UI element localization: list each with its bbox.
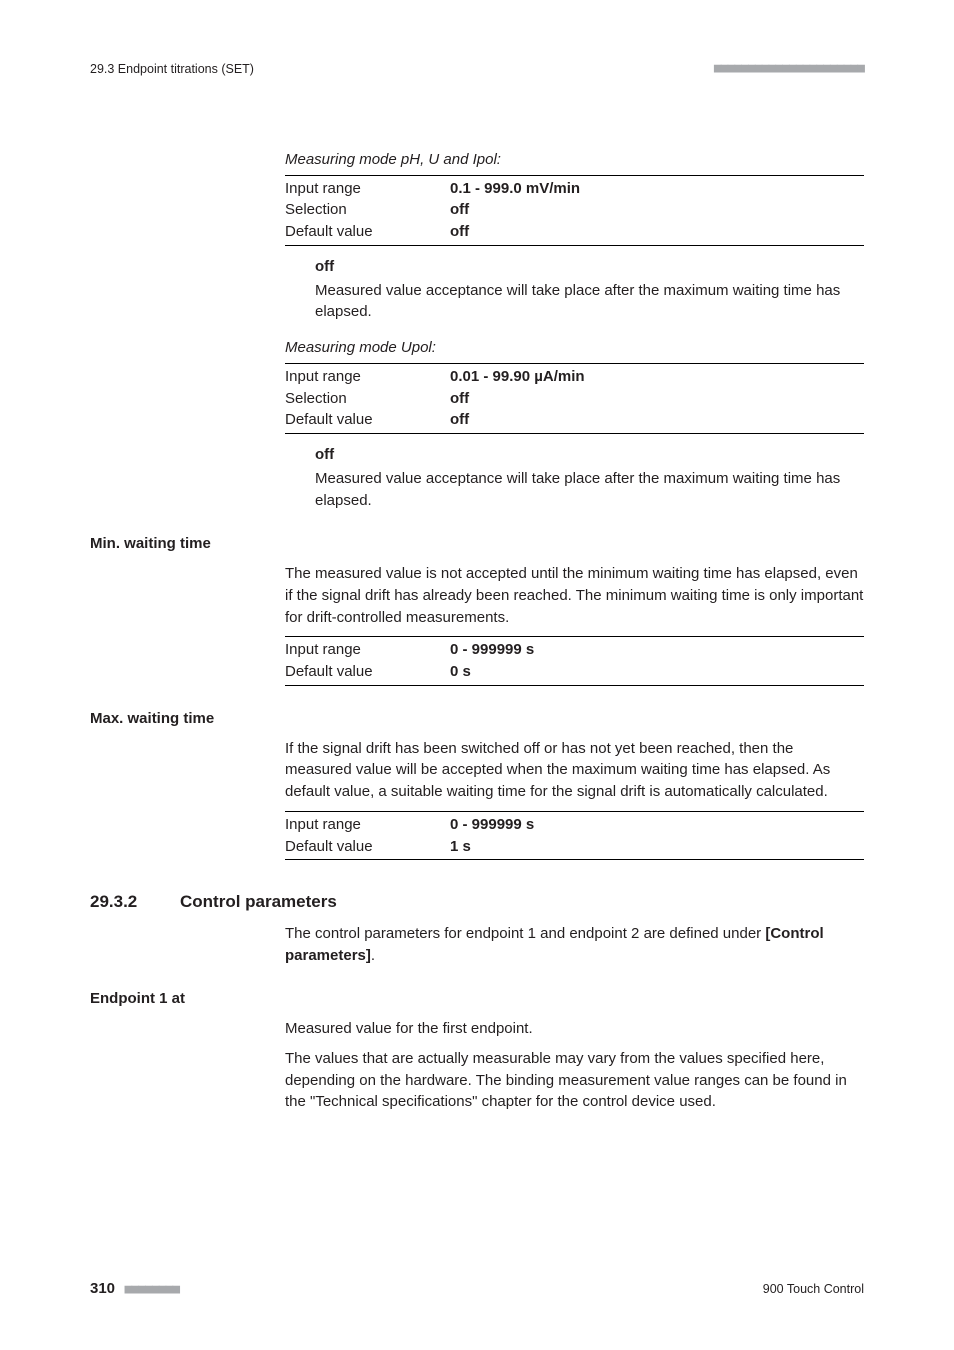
rule — [285, 811, 864, 812]
max-waiting-desc: If the signal drift has been switched of… — [285, 738, 864, 803]
term-off-desc: Measured value acceptance will take plac… — [315, 280, 864, 324]
term-off-label: off — [315, 444, 864, 466]
rule — [285, 175, 864, 176]
input-range-value: 0.1 - 999.0 mV/min — [450, 178, 580, 200]
default-value: off — [450, 409, 469, 431]
endpoint1-heading: Endpoint 1 at — [90, 988, 864, 1010]
default-label: Default value — [285, 836, 450, 858]
default-label: Default value — [285, 661, 450, 683]
default-value: off — [450, 221, 469, 243]
input-range-label: Input range — [285, 639, 450, 661]
measuring-mode-upol: Measuring mode Upol: — [285, 337, 864, 359]
product-name: 900 Touch Control — [763, 1280, 864, 1298]
default-value: 0 s — [450, 661, 471, 683]
input-range-label: Input range — [285, 814, 450, 836]
term-off-desc: Measured value acceptance will take plac… — [315, 468, 864, 512]
term-off-label: off — [315, 256, 864, 278]
section-ref: 29.3 Endpoint titrations (SET) — [90, 60, 254, 78]
default-label: Default value — [285, 409, 450, 431]
footer-dashes: ■■■■■■■■ — [125, 1282, 180, 1297]
input-range-label: Input range — [285, 178, 450, 200]
selection-label: Selection — [285, 388, 450, 410]
endpoint1-p2: The values that are actually measurable … — [285, 1048, 864, 1113]
input-range-value: 0 - 999999 s — [450, 814, 534, 836]
section-number: 29.3.2 — [90, 890, 180, 915]
default-value: 1 s — [450, 836, 471, 858]
min-waiting-time-heading: Min. waiting time — [90, 533, 864, 555]
selection-label: Selection — [285, 199, 450, 221]
intro-text-c: . — [371, 947, 375, 964]
measuring-mode-phuipol: Measuring mode pH, U and Ipol: — [285, 149, 864, 171]
input-range-value: 0.01 - 99.90 µA/min — [450, 366, 585, 388]
rule — [285, 859, 864, 860]
header-dashes: ■■■■■■■■■■■■■■■■■■■■■■ — [714, 60, 864, 79]
section-title: Control parameters — [180, 890, 337, 915]
default-label: Default value — [285, 221, 450, 243]
input-range-label: Input range — [285, 366, 450, 388]
min-waiting-desc: The measured value is not accepted until… — [285, 563, 864, 628]
max-waiting-time-heading: Max. waiting time — [90, 708, 864, 730]
section-intro: The control parameters for endpoint 1 an… — [285, 923, 864, 967]
input-range-value: 0 - 999999 s — [450, 639, 534, 661]
endpoint1-p1: Measured value for the first endpoint. — [285, 1018, 864, 1040]
rule — [285, 685, 864, 686]
rule — [285, 636, 864, 637]
rule — [285, 363, 864, 364]
selection-value: off — [450, 388, 469, 410]
page-number: 310 — [90, 1280, 115, 1297]
selection-value: off — [450, 199, 469, 221]
rule — [285, 245, 864, 246]
intro-text-a: The control parameters for endpoint 1 an… — [285, 925, 765, 942]
rule — [285, 433, 864, 434]
